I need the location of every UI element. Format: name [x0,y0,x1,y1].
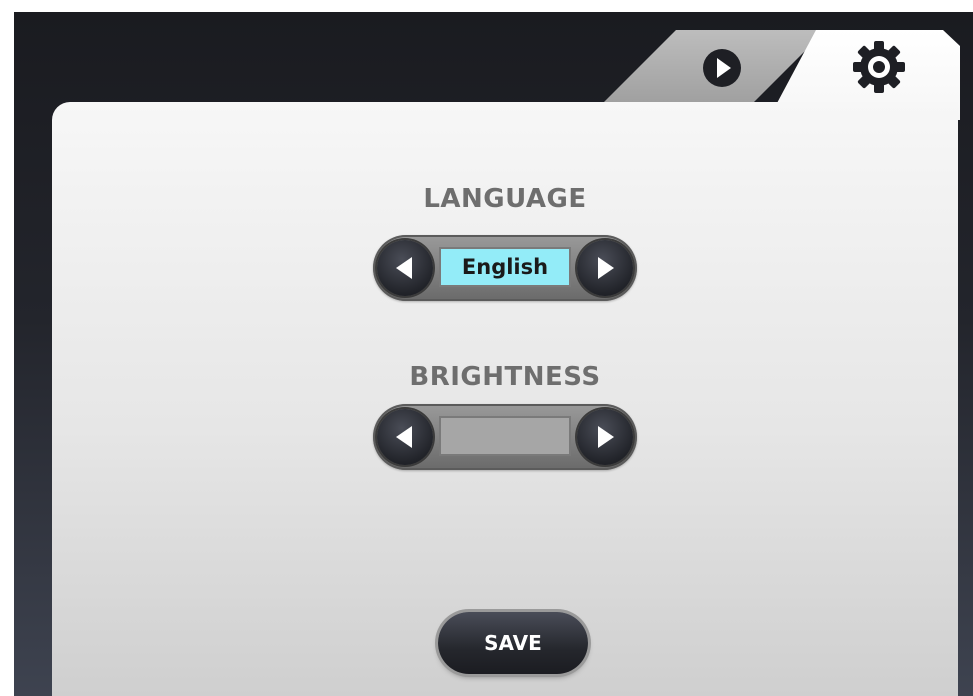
play-icon[interactable] [700,46,744,90]
arrow-left-icon [396,426,412,448]
arrow-left-icon [396,257,412,279]
brightness-value[interactable] [439,416,571,456]
arrow-right-icon [598,257,614,279]
brightness-label: BRIGHTNESS [409,362,601,392]
language-prev-button[interactable] [377,240,433,296]
language-next-button[interactable] [577,240,633,296]
brightness-next-button[interactable] [577,409,633,465]
arrow-right-icon [598,426,614,448]
language-label: LANGUAGE [423,184,587,214]
save-button[interactable]: SAVE [438,612,588,674]
brightness-selector [373,404,637,470]
language-value[interactable]: English [439,247,571,287]
gear-icon[interactable] [850,38,908,96]
brightness-prev-button[interactable] [377,409,433,465]
language-selector: English [373,235,637,301]
